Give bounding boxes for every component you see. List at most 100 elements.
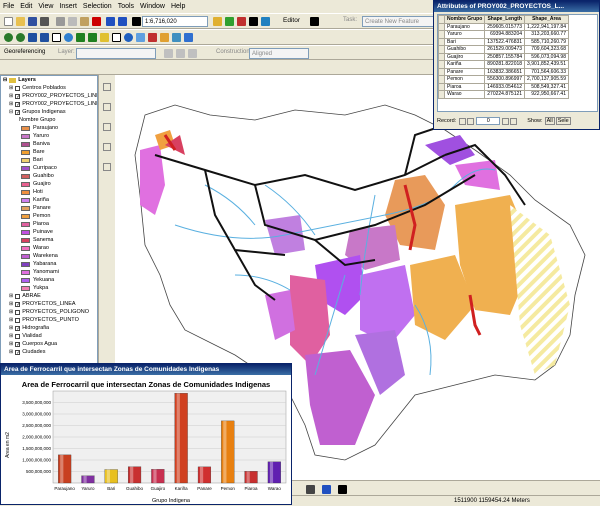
print-icon[interactable] bbox=[40, 17, 49, 26]
column-header[interactable]: Shape_Area bbox=[524, 15, 569, 24]
select-elements-icon[interactable] bbox=[112, 33, 121, 42]
layer-checkbox[interactable]: ✓ bbox=[15, 93, 20, 99]
back-extent-icon[interactable] bbox=[76, 33, 85, 42]
layer-checkbox[interactable]: ✓ bbox=[15, 349, 20, 355]
table-cell[interactable]: 1,222,941,197.84 bbox=[524, 22, 569, 31]
table-cell[interactable]: 163832.386651 bbox=[484, 67, 526, 76]
table-cell[interactable]: 313,203,660.77 bbox=[524, 30, 569, 39]
table-row[interactable]: Panare 163832.386651 701,564,606.33 bbox=[438, 67, 569, 76]
layer-checkbox[interactable] bbox=[15, 317, 21, 323]
menu-tools[interactable]: Tools bbox=[118, 3, 134, 10]
add-control-points-icon[interactable] bbox=[188, 49, 197, 58]
add-data-icon[interactable] bbox=[132, 17, 141, 26]
paste-icon[interactable] bbox=[80, 17, 89, 26]
delete-icon[interactable] bbox=[92, 17, 101, 26]
menu-window[interactable]: Window bbox=[140, 3, 165, 10]
help-icon[interactable] bbox=[261, 17, 270, 26]
table-row[interactable]: Paraujano 259605.015773 1,222,941,197.84 bbox=[438, 22, 569, 31]
toc-layer-item[interactable]: ⊞ ✓ PROYECTOS_LINEA bbox=[1, 300, 97, 308]
expand-icon[interactable]: ⊞ bbox=[9, 309, 13, 315]
table-row[interactable]: Warao 270224.875121 922,950,667.41 bbox=[438, 90, 569, 99]
table-row[interactable]: Pemon 556300.896997 2,700,137,905.59 bbox=[438, 75, 569, 84]
previous-record-button[interactable] bbox=[467, 117, 475, 125]
tool-e-icon[interactable] bbox=[103, 163, 111, 171]
attributes-title[interactable]: Attributes of PROY002_PROYECTOS_L... bbox=[434, 1, 599, 12]
table-cell[interactable]: Kariña bbox=[443, 60, 486, 69]
expand-icon[interactable]: ⊟ bbox=[9, 109, 13, 115]
task-combo[interactable]: Create New Feature bbox=[362, 16, 434, 27]
toc-layer-item[interactable]: ⊞ ✓ Hidrografia bbox=[1, 324, 97, 332]
show-all-button[interactable]: All bbox=[544, 117, 555, 125]
toc-layer-item[interactable]: ⊞ Centros Poblados bbox=[1, 84, 97, 92]
hyperlink-icon[interactable] bbox=[160, 33, 169, 42]
column-header[interactable]: Shape_Length bbox=[484, 15, 526, 24]
column-header[interactable]: Nombre Grupo bbox=[443, 15, 486, 24]
html-popup-icon[interactable] bbox=[172, 33, 181, 42]
attributes-table[interactable]: Nombre Grupo Shape_Length Shape_Area Parauj… bbox=[438, 15, 569, 99]
table-row[interactable]: Guajiro 250857.155784 596,073,094.98 bbox=[438, 52, 569, 61]
next-record-button[interactable] bbox=[502, 117, 510, 125]
fixed-zoom-in-icon[interactable] bbox=[28, 33, 37, 42]
table-row[interactable]: Guahibo 261529.009473 709,604,323.68 bbox=[438, 45, 569, 54]
table-cell[interactable]: 3,901,852,439.51 bbox=[524, 60, 569, 69]
table-cell[interactable]: Paraujano bbox=[443, 22, 486, 31]
table-cell[interactable]: Bari bbox=[443, 37, 486, 46]
menu-view[interactable]: View bbox=[38, 3, 53, 10]
tool-d-icon[interactable] bbox=[103, 143, 111, 151]
table-row[interactable]: Yaruro 69394.883204 313,203,660.77 bbox=[438, 30, 569, 39]
table-cell[interactable]: 556300.896997 bbox=[484, 75, 526, 84]
time-slider-icon[interactable] bbox=[184, 33, 193, 42]
table-cell[interactable]: 890281.822018 bbox=[484, 60, 526, 69]
construction-combo[interactable]: Aligned bbox=[249, 48, 309, 59]
layer-checkbox[interactable] bbox=[15, 333, 21, 339]
tool-a-icon[interactable] bbox=[103, 83, 111, 91]
undo-icon[interactable] bbox=[106, 17, 115, 26]
table-cell[interactable]: 701,564,606.33 bbox=[524, 67, 569, 76]
catalog-icon[interactable] bbox=[225, 17, 234, 26]
table-cell[interactable]: 250857.155784 bbox=[484, 52, 526, 61]
table-cell[interactable]: Piaroa bbox=[443, 82, 486, 91]
table-cell[interactable]: Guahibo bbox=[443, 45, 486, 54]
measure-icon[interactable] bbox=[148, 33, 157, 42]
toc-layer-item[interactable]: ⊞ Vialidad bbox=[1, 332, 97, 340]
toc-layer-item[interactable]: ⊟ ✓ Grupos Indigenas bbox=[1, 108, 97, 116]
record-number-field[interactable]: 0 bbox=[476, 117, 501, 125]
table-cell[interactable]: 270224.875121 bbox=[484, 90, 526, 99]
expand-icon[interactable]: ⊞ bbox=[9, 293, 13, 299]
expand-icon[interactable]: ⊞ bbox=[9, 317, 13, 323]
layer-checkbox[interactable]: ✓ bbox=[15, 325, 20, 331]
fill-color-icon[interactable] bbox=[322, 485, 331, 494]
fixed-zoom-out-icon[interactable] bbox=[40, 33, 49, 42]
editor-toolbar-icon[interactable] bbox=[213, 17, 222, 26]
toc-layer-item[interactable]: ⊞ ✓ Cuerpos Agua bbox=[1, 340, 97, 348]
table-cell[interactable]: Yaruro bbox=[443, 30, 486, 39]
menu-insert[interactable]: Insert bbox=[59, 3, 77, 10]
toolbox-icon[interactable] bbox=[237, 17, 246, 26]
new-icon[interactable] bbox=[4, 17, 13, 26]
toc-layer-item[interactable]: ⊞ PROYECTOS_PUNTO bbox=[1, 316, 97, 324]
layer-checkbox[interactable]: ✓ bbox=[15, 341, 20, 347]
expand-icon[interactable]: ⊞ bbox=[9, 341, 13, 347]
layer-checkbox[interactable]: ✓ bbox=[15, 101, 20, 107]
identify-icon[interactable] bbox=[124, 33, 133, 42]
sketch-tool-icon[interactable] bbox=[310, 17, 319, 26]
expand-icon[interactable]: ⊞ bbox=[9, 349, 13, 355]
editor-menu[interactable]: Editor bbox=[283, 17, 300, 24]
table-cell[interactable]: 146933.054612 bbox=[484, 82, 526, 91]
menu-file[interactable]: File bbox=[3, 3, 14, 10]
table-cell[interactable]: 596,073,094.98 bbox=[524, 52, 569, 61]
toc-layer-item[interactable]: ⊞ ✓ PROY002_PROYECTOS_LINE bbox=[1, 92, 97, 100]
font-color-icon[interactable] bbox=[338, 485, 347, 494]
zoom-in-icon[interactable] bbox=[4, 33, 13, 42]
menu-help[interactable]: Help bbox=[171, 3, 185, 10]
layer-combo[interactable] bbox=[76, 48, 156, 59]
table-cell[interactable]: 261529.009473 bbox=[484, 45, 526, 54]
cut-icon[interactable] bbox=[56, 17, 65, 26]
command-line-icon[interactable] bbox=[249, 17, 258, 26]
layer-checkbox[interactable] bbox=[15, 309, 21, 315]
scale-combo[interactable]: 1:6,716,020 bbox=[142, 16, 208, 27]
select-features-icon[interactable] bbox=[100, 33, 109, 42]
table-cell[interactable]: 69394.883204 bbox=[484, 30, 526, 39]
toc-layer-item[interactable]: ⊞ ✓ PROY002_PROYECTOS_LINE bbox=[1, 100, 97, 108]
table-cell[interactable]: Panare bbox=[443, 67, 486, 76]
